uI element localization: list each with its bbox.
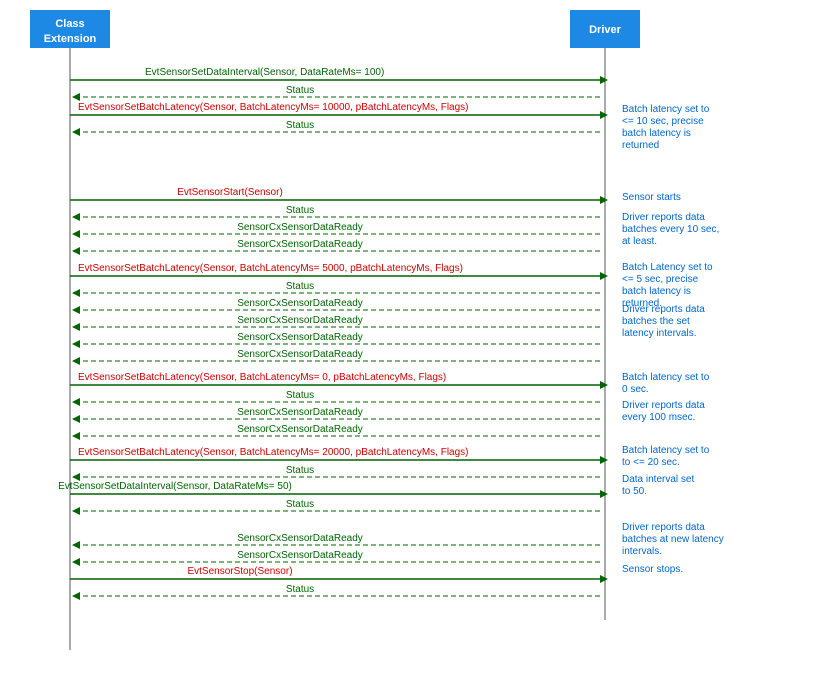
svg-text:to <= 20 sec.: to <= 20 sec. <box>622 457 680 468</box>
svg-text:SensorCxSensorDataReady: SensorCxSensorDataReady <box>237 298 363 309</box>
svg-text:EvtSensorSetDataInterval(Senso: EvtSensorSetDataInterval(Sensor, DataRat… <box>145 67 384 78</box>
svg-text:Extension: Extension <box>44 33 97 45</box>
svg-text:intervals.: intervals. <box>622 546 662 557</box>
svg-text:latency intervals.: latency intervals. <box>622 328 696 339</box>
svg-text:SensorCxSensorDataReady: SensorCxSensorDataReady <box>237 349 363 360</box>
svg-text:EvtSensorStop(Sensor): EvtSensorStop(Sensor) <box>187 566 292 577</box>
svg-text:EvtSensorSetDataInterval(Senso: EvtSensorSetDataInterval(Sensor, DataRat… <box>58 481 292 492</box>
svg-text:Driver reports data: Driver reports data <box>622 304 705 315</box>
svg-text:Sensor stops.: Sensor stops. <box>622 564 683 575</box>
svg-text:Status: Status <box>286 465 314 476</box>
svg-text:SensorCxSensorDataReady: SensorCxSensorDataReady <box>237 533 363 544</box>
svg-text:Data interval set: Data interval set <box>622 474 694 485</box>
svg-text:at least.: at least. <box>622 236 657 247</box>
svg-text:EvtSensorStart(Sensor): EvtSensorStart(Sensor) <box>177 187 283 198</box>
svg-text:returned.: returned. <box>622 298 662 309</box>
svg-text:batch latency is: batch latency is <box>622 128 691 139</box>
svg-text:EvtSensorSetBatchLatency(Senso: EvtSensorSetBatchLatency(Sensor, BatchLa… <box>78 263 463 274</box>
svg-text:Batch Latency set to: Batch Latency set to <box>622 262 713 273</box>
svg-text:returned: returned <box>622 140 659 151</box>
svg-text:<= 10 sec, precise: <= 10 sec, precise <box>622 116 704 127</box>
svg-text:Sensor starts: Sensor starts <box>622 192 681 203</box>
svg-text:Status: Status <box>286 120 314 131</box>
svg-text:<= 5 sec, precise: <= 5 sec, precise <box>622 274 699 285</box>
svg-text:batches the set: batches the set <box>622 316 690 327</box>
svg-text:to 50.: to 50. <box>622 486 647 497</box>
svg-text:Batch latency set to: Batch latency set to <box>622 104 710 115</box>
svg-text:Batch latency set to: Batch latency set to <box>622 445 710 456</box>
svg-text:Batch latency set to: Batch latency set to <box>622 372 710 383</box>
svg-text:Driver reports data: Driver reports data <box>622 522 705 533</box>
svg-text:Driver: Driver <box>589 24 622 36</box>
svg-text:SensorCxSensorDataReady: SensorCxSensorDataReady <box>237 550 363 561</box>
svg-text:every 100 msec.: every 100 msec. <box>622 412 695 423</box>
svg-text:SensorCxSensorDataReady: SensorCxSensorDataReady <box>237 407 363 418</box>
svg-text:SensorCxSensorDataReady: SensorCxSensorDataReady <box>237 315 363 326</box>
svg-text:0 sec.: 0 sec. <box>622 384 649 395</box>
svg-text:Status: Status <box>286 281 314 292</box>
sequence-diagram: Class Extension Driver EvtSensorSetDataI… <box>0 0 837 680</box>
svg-text:Status: Status <box>286 85 314 96</box>
svg-text:Status: Status <box>286 390 314 401</box>
svg-text:SensorCxSensorDataReady: SensorCxSensorDataReady <box>237 239 363 250</box>
diagram-container: Class Extension Driver EvtSensorSetDataI… <box>0 0 837 680</box>
svg-text:batches every 10 sec,: batches every 10 sec, <box>622 224 719 235</box>
svg-text:EvtSensorSetBatchLatency(Senso: EvtSensorSetBatchLatency(Sensor, BatchLa… <box>78 102 469 113</box>
svg-text:EvtSensorSetBatchLatency(Senso: EvtSensorSetBatchLatency(Sensor, BatchLa… <box>78 372 446 383</box>
svg-text:batches at new latency: batches at new latency <box>622 534 724 545</box>
svg-text:Status: Status <box>286 499 314 510</box>
svg-text:batch latency is: batch latency is <box>622 286 691 297</box>
svg-text:SensorCxSensorDataReady: SensorCxSensorDataReady <box>237 332 363 343</box>
svg-text:Status: Status <box>286 205 314 216</box>
svg-text:Driver reports data: Driver reports data <box>622 400 705 411</box>
svg-text:EvtSensorSetBatchLatency(Senso: EvtSensorSetBatchLatency(Sensor, BatchLa… <box>78 447 469 458</box>
svg-text:SensorCxSensorDataReady: SensorCxSensorDataReady <box>237 222 363 233</box>
svg-text:SensorCxSensorDataReady: SensorCxSensorDataReady <box>237 424 363 435</box>
svg-text:Class: Class <box>55 18 84 30</box>
svg-text:Status: Status <box>286 584 314 595</box>
svg-text:Driver reports data: Driver reports data <box>622 212 705 223</box>
